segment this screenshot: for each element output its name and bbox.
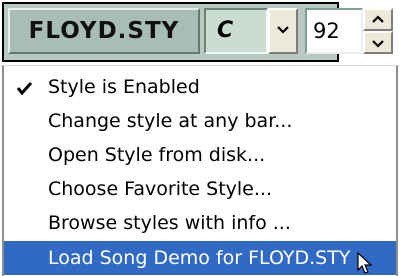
menu-item-label: Choose Favorite Style... xyxy=(48,178,272,200)
key-select[interactable]: C xyxy=(204,8,268,54)
style-context-menu: Style is Enabled Change style at any bar… xyxy=(2,65,398,276)
key-dropdown-button[interactable] xyxy=(268,8,298,54)
menu-item-open-style[interactable]: Open Style from disk... xyxy=(4,138,396,172)
tempo-spin-up-button[interactable] xyxy=(363,8,393,31)
menu-item-browse-styles[interactable]: Browse styles with info ... xyxy=(4,206,396,240)
mouse-pointer-icon xyxy=(357,252,373,274)
tempo-spin-down-button[interactable] xyxy=(363,31,393,54)
menu-item-label: Browse styles with info ... xyxy=(48,212,291,234)
menu-item-label: Style is Enabled xyxy=(48,76,200,98)
chevron-down-icon xyxy=(277,26,289,34)
menu-item-label: Open Style from disk... xyxy=(48,144,266,166)
menu-item-label: Load Song Demo for FLOYD.STY xyxy=(48,247,351,269)
check-icon xyxy=(16,81,33,96)
chevron-up-icon xyxy=(372,15,384,23)
key-value: C xyxy=(217,18,234,43)
chevron-down-icon xyxy=(372,40,384,48)
menu-item-style-enabled[interactable]: Style is Enabled xyxy=(4,70,396,104)
tempo-input[interactable]: 92 xyxy=(305,8,363,54)
menu-item-label: Change style at any bar... xyxy=(48,110,293,132)
menu-item-load-song-demo[interactable]: Load Song Demo for FLOYD.STY xyxy=(4,241,396,275)
menu-item-favorite-style[interactable]: Choose Favorite Style... xyxy=(4,172,396,206)
style-name-button[interactable]: FLOYD.STY xyxy=(8,8,200,54)
menu-item-change-style[interactable]: Change style at any bar... xyxy=(4,104,396,138)
style-toolbar: FLOYD.STY C 92 xyxy=(0,0,402,64)
tempo-value: 92 xyxy=(313,19,340,43)
